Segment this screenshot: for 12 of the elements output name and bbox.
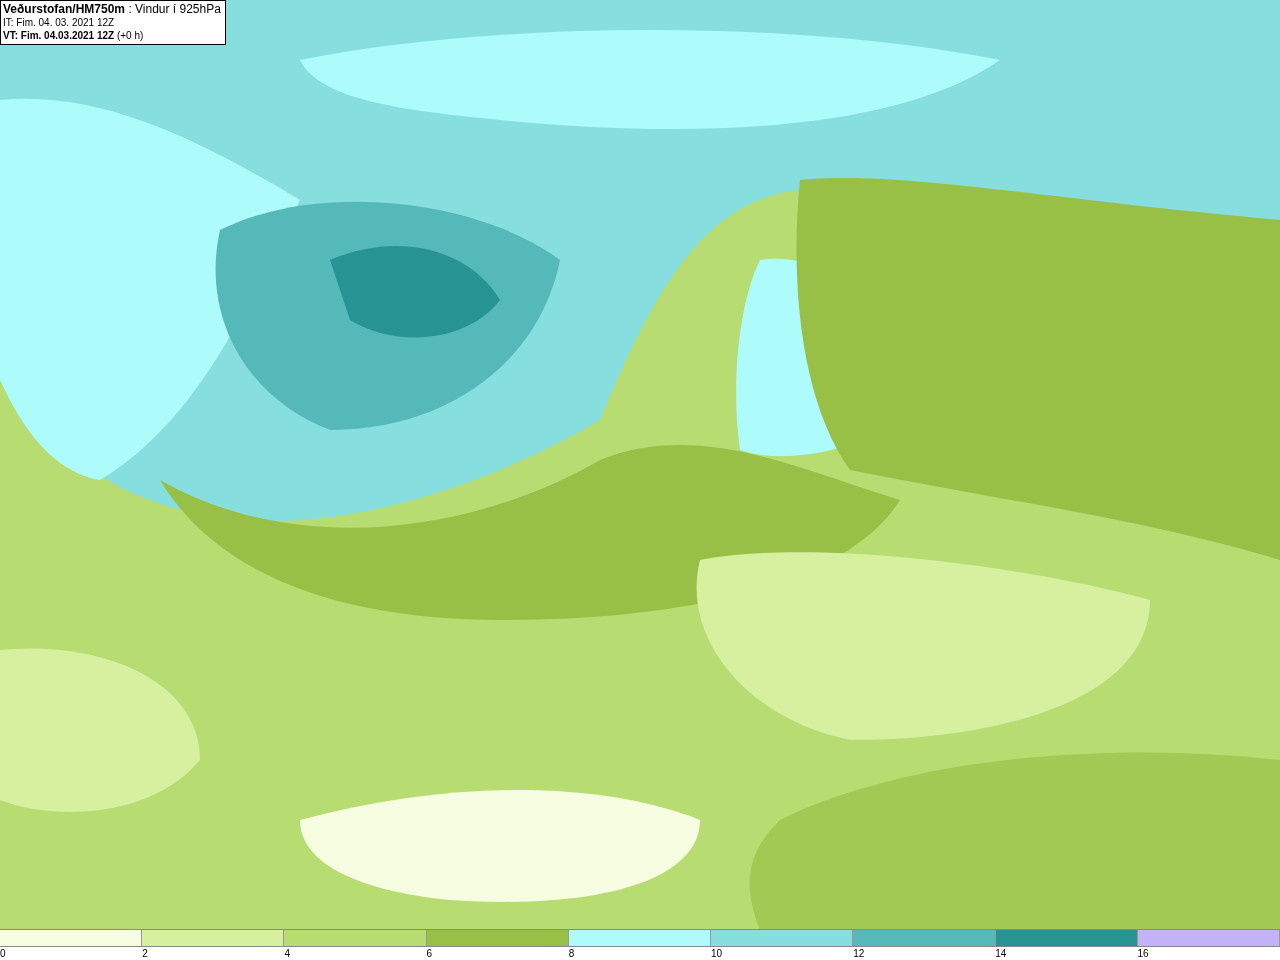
legend-label: 14 [995, 947, 1008, 960]
legend-label: 10 [710, 947, 724, 960]
legend-label: 0 [0, 947, 7, 960]
title-text: IT: Fim. 04. 03. 2021 12Z [3, 16, 116, 29]
title-text: Veðurstofan/HM750m : Vindur í 925hPa [3, 3, 221, 16]
legend-label: 4 [284, 947, 291, 960]
legend-label: 2 [142, 947, 149, 960]
title-text: VT: Fim. 04.03.2021 12Z (+0 h) [3, 29, 145, 42]
legend-label: 12 [853, 947, 866, 960]
legend-label: 8 [568, 947, 576, 960]
legend-label: 16 [1137, 947, 1150, 960]
legend-label: 6 [426, 947, 434, 960]
